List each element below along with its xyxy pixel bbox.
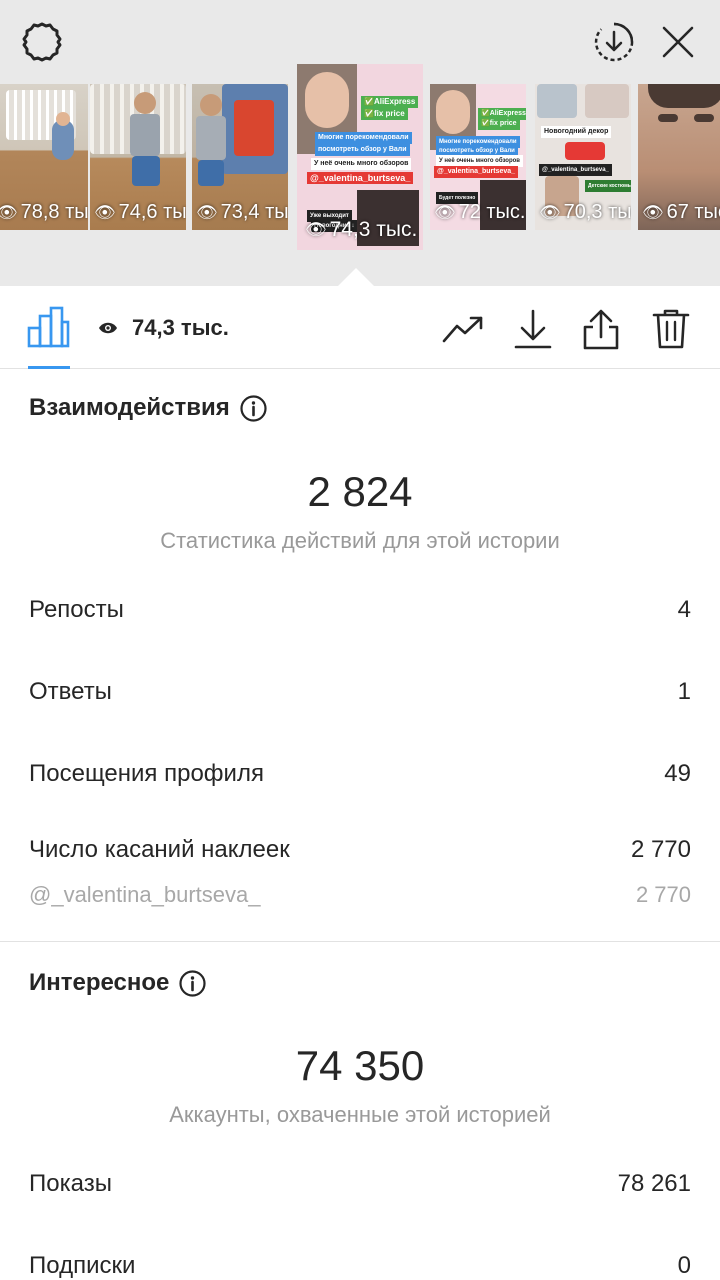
story-toolbar: 74,3 тыс. [0,286,720,369]
active-tab-indicator [28,366,70,369]
close-icon[interactable] [654,18,702,66]
metric-value: 49 [664,760,691,787]
eye-icon [96,316,120,340]
story-thumbnail[interactable]: 👁74,6 тыс. [90,84,186,230]
story-archive-header: 👁78,8 тыс. 👁74,6 тыс. 👁73,4 тыс. ✅AliExp… [0,0,720,287]
metric-row-replies: Ответы 1 [29,678,691,706]
story-view-count: 👁 74,3 тыс. [305,218,418,241]
discovery-caption: Аккаунты, охваченные этой историей [169,1102,551,1127]
section-divider [0,941,720,942]
interactions-section-title: Взаимодействия [29,394,267,422]
metric-row-sticker-taps: Число касаний наклеек 2 770 [29,836,691,864]
interactions-title-text: Взаимодействия [29,394,230,421]
story-view-count: 👁74,6 тыс. [94,201,186,223]
download-circle-icon[interactable] [590,18,638,66]
selected-story-pointer [337,268,375,287]
promote-trend-icon[interactable] [440,306,486,352]
eye-icon: 👁 [434,202,456,222]
metric-label: Показы [29,1170,112,1197]
story-view-count: 👁 72 тыс. [434,201,526,223]
metric-row-sticker-mention: @_valentina_burtseva_ 2 770 [29,882,691,908]
sticker-mention-value: 2 770 [635,882,691,907]
metric-row-reposts: Репосты 4 [29,596,691,624]
metric-label: Ответы [29,678,112,705]
story-views-count: 74,3 тыс. [132,315,229,340]
metric-label: Число касаний наклеек [29,836,290,863]
story-view-count: 👁67 тыс. [642,201,720,223]
story-thumbnail[interactable]: 👁67 тыс. [638,84,720,230]
story-thumbnail-selected[interactable]: ✅AliExpress ✅fix price Многие порекоменд… [297,64,423,250]
discovery-total: 74 350 [295,1042,425,1089]
metric-value: 78 261 [617,1170,691,1197]
metric-value: 0 [677,1252,691,1279]
metric-row-follows: Подписки 0 [29,1252,691,1280]
eye-icon: 👁 [539,202,561,222]
story-view-count: 👁73,4 тыс. [196,201,288,223]
settings-gear-icon[interactable] [18,18,66,66]
eye-icon: 👁 [305,220,327,239]
discovery-title-text: Интересное [29,969,170,996]
story-view-count: 👁78,8 тыс. [0,201,88,224]
story-view-count: 👁70,3 тыс. [539,201,631,223]
story-thumbnail[interactable]: 👁73,4 тыс. [192,84,288,230]
metric-value: 1 [677,678,691,705]
metric-value: 2 770 [630,836,691,863]
story-thumbnail[interactable]: Новогодний декор @_valentina_burtseva_ Д… [535,84,631,230]
metric-row-profile-visits: Посещения профиля 49 [29,760,691,788]
interactions-caption: Статистика действий для этой истории [160,528,560,553]
metric-label: Посещения профиля [29,760,264,787]
sticker-mention-label: @_valentina_burtseva_ [29,882,261,907]
eye-icon: 👁 [94,202,116,222]
eye-icon: 👁 [0,202,18,222]
interactions-total: 2 824 [307,468,413,515]
metric-row-impressions: Показы 78 261 [29,1170,691,1198]
info-icon[interactable] [179,969,206,997]
metric-label: Подписки [29,1252,136,1279]
story-thumbnail[interactable]: 👁78,8 тыс. [0,84,88,230]
info-icon[interactable] [240,394,267,422]
story-thumbnail-strip[interactable]: 👁78,8 тыс. 👁74,6 тыс. 👁73,4 тыс. ✅AliExp… [0,64,720,250]
delete-trash-icon[interactable] [648,306,694,352]
insights-bar-chart-icon[interactable] [24,302,72,350]
metric-value: 4 [677,596,691,623]
story-thumbnail[interactable]: ✅AliExpress ✅fix price Многие порекоменд… [430,84,526,230]
eye-icon: 👁 [642,202,664,222]
eye-icon: 👁 [196,202,218,222]
views-summary: 74,3 тыс. [96,310,229,346]
share-icon[interactable] [578,306,624,352]
metric-label: Репосты [29,596,124,623]
save-download-icon[interactable] [510,306,556,352]
discovery-section-title: Интересное [29,969,206,997]
